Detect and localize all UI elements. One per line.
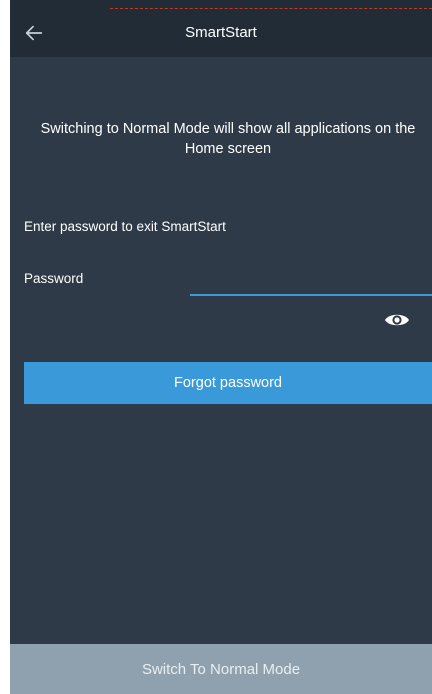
- smartstart-screen: SmartStart Switching to Normal Mode will…: [10, 0, 432, 694]
- selection-dashed-line: [110, 8, 432, 9]
- info-message: Switching to Normal Mode will show all a…: [40, 121, 416, 157]
- app-bar: SmartStart: [10, 9, 432, 57]
- page-title: SmartStart: [185, 24, 257, 41]
- switch-to-normal-mode-button[interactable]: Switch To Normal Mode: [10, 644, 432, 694]
- show-password-toggle[interactable]: [382, 308, 412, 332]
- forgot-password-button[interactable]: Forgot password: [24, 362, 432, 404]
- password-label: Password: [24, 271, 84, 286]
- eye-icon: [385, 314, 409, 326]
- password-field[interactable]: [190, 270, 432, 296]
- password-prompt: Enter password to exit SmartStart: [24, 219, 226, 234]
